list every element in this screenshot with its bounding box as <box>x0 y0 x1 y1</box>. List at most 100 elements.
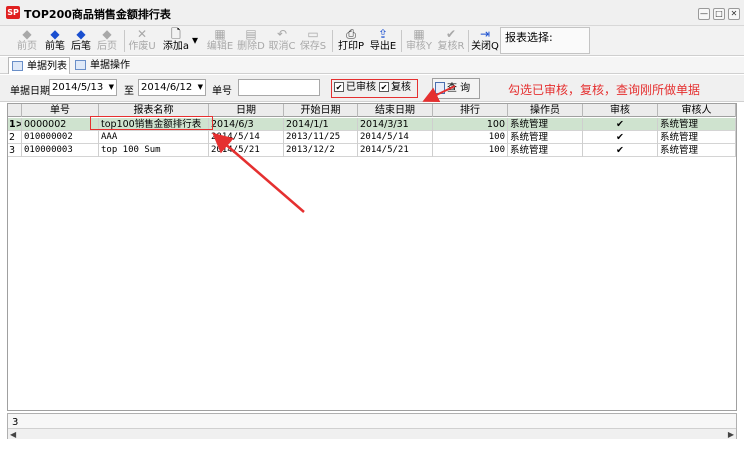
scroll-right-icon[interactable]: ▶ <box>728 429 734 440</box>
first-page-button[interactable]: ◆ 前页 <box>12 27 42 55</box>
arrow-left-icon: ◆ <box>22 27 32 41</box>
cell-start-date[interactable]: 2013/12/2 <box>284 144 358 157</box>
cancel-button[interactable]: ↶ 取消C <box>267 27 297 55</box>
cell-approver[interactable]: 系统管理 <box>658 144 736 157</box>
cell-date[interactable]: 2014/5/14 <box>209 131 284 144</box>
maximize-button[interactable]: □ <box>713 8 725 20</box>
highlight-box <box>331 79 418 98</box>
edit-icon: ▦ <box>214 27 226 41</box>
report-select[interactable]: 报表选择: <box>500 27 590 54</box>
cell-end-date[interactable]: 2014/3/31 <box>358 118 433 131</box>
printer-icon: ⎙ <box>346 27 356 41</box>
date-to-picker[interactable]: 2014/6/12 ▼ <box>138 79 206 96</box>
toolbar-separator <box>124 30 125 52</box>
cell-date[interactable]: 2014/5/21 <box>209 144 284 157</box>
add-label: 添加a <box>162 41 190 52</box>
edit-button[interactable]: ▦ 编辑E <box>205 27 235 55</box>
close-window-button[interactable]: ✕ <box>728 8 740 20</box>
date-from-value: 2014/5/13 <box>52 82 104 93</box>
column-header[interactable]: 开始日期 <box>284 104 358 117</box>
cell-report-name[interactable]: top 100 Sum <box>99 144 209 157</box>
tab-document-list-label: 单据列表 <box>27 61 67 72</box>
grid-footer: 3 ◀ ▶ <box>7 413 737 439</box>
column-header[interactable]: 审核 <box>583 104 658 117</box>
cell-doc-no[interactable]: 0000002 <box>22 118 99 131</box>
doc-no-input[interactable] <box>238 79 320 96</box>
save-label: 保存S <box>299 41 327 52</box>
cell-rank[interactable]: 100 <box>433 144 508 157</box>
recheck-button[interactable]: ✔ 复核R <box>436 27 466 55</box>
recheck-label: 复核R <box>437 41 465 52</box>
column-header[interactable]: 日期 <box>209 104 284 117</box>
toolbar-separator <box>401 30 402 52</box>
highlight-box <box>90 116 213 130</box>
app-logo-icon: SP <box>6 6 20 19</box>
horizontal-scrollbar[interactable]: ◀ ▶ <box>8 428 736 439</box>
delete-icon: ▤ <box>245 27 257 41</box>
cell-operator[interactable]: 系统管理 <box>508 144 583 157</box>
column-header[interactable]: 排行 <box>433 104 508 117</box>
audit-button[interactable]: ▦ 审核Y <box>404 27 434 55</box>
column-header[interactable]: 操作员 <box>508 104 583 117</box>
title-bar: SP TOP200商品销售金额排行表 — □ ✕ <box>0 0 744 26</box>
column-header[interactable]: 单号 <box>22 104 99 117</box>
last-page-label: 后页 <box>97 41 117 52</box>
minimize-button[interactable]: — <box>698 8 710 20</box>
date-from-picker[interactable]: 2014/5/13 ▼ <box>49 79 117 96</box>
table-row[interactable]: 2 010000002 AAA 2014/5/14 2013/11/25 201… <box>8 131 736 144</box>
void-label: 作废U <box>128 41 156 52</box>
close-door-icon: ⇥ <box>479 27 491 41</box>
cell-operator[interactable]: 系统管理 <box>508 131 583 144</box>
delete-label: 删除D <box>237 41 265 52</box>
cell-date[interactable]: 2014/6/3 <box>209 118 284 131</box>
save-icon: ▭ <box>307 27 319 41</box>
print-label: 打印P <box>337 41 365 52</box>
tab-document-operation[interactable]: 单据操作 <box>72 57 134 74</box>
scroll-left-icon[interactable]: ◀ <box>10 429 16 440</box>
cell-approver[interactable]: 系统管理 <box>658 131 736 144</box>
cell-report-name[interactable]: AAA <box>99 131 209 144</box>
void-button[interactable]: ✕ 作废U <box>127 27 157 55</box>
row-indicator-header <box>8 104 22 117</box>
save-button[interactable]: ▭ 保存S <box>298 27 328 55</box>
annotation-text: 勾选已审核，复核，查询刚所做单据 <box>508 83 701 97</box>
recheck-icon: ✔ <box>445 27 457 41</box>
cell-end-date[interactable]: 2014/5/14 <box>358 131 433 144</box>
chevron-down-icon: ▼ <box>108 83 114 91</box>
column-header[interactable]: 审核人 <box>658 104 736 117</box>
table-row[interactable]: 3 010000003 top 100 Sum 2014/5/21 2013/1… <box>8 144 736 157</box>
cell-approver[interactable]: 系统管理 <box>658 118 736 131</box>
export-label: 导出E <box>369 41 397 52</box>
add-dropdown-button[interactable]: ▾ <box>189 27 201 55</box>
cell-end-date[interactable]: 2014/5/21 <box>358 144 433 157</box>
undo-icon: ↶ <box>276 27 288 41</box>
approved-check-icon: ✔ <box>583 118 658 131</box>
delete-button[interactable]: ▤ 删除D <box>236 27 266 55</box>
cell-start-date[interactable]: 2013/11/25 <box>284 131 358 144</box>
column-header[interactable]: 结束日期 <box>358 104 433 117</box>
document-grid: 单号 报表名称 日期 开始日期 结束日期 排行 操作员 审核 审核人 1> 00… <box>7 103 737 411</box>
cell-rank[interactable]: 100 <box>433 131 508 144</box>
last-page-button[interactable]: ◆ 后页 <box>92 27 122 55</box>
export-button[interactable]: ⇪ 导出E <box>368 27 398 55</box>
query-button[interactable]: 查 询 <box>432 78 480 99</box>
form-icon <box>75 60 86 70</box>
search-document-icon <box>435 82 445 94</box>
date-to-value: 2014/6/12 <box>141 82 193 93</box>
tab-document-operation-label: 单据操作 <box>90 60 130 71</box>
cell-rank[interactable]: 100 <box>433 118 508 131</box>
row-marker: 2 <box>8 131 22 144</box>
add-button[interactable]: 🗋 添加a <box>161 27 191 55</box>
cell-operator[interactable]: 系统管理 <box>508 118 583 131</box>
cell-start-date[interactable]: 2014/1/1 <box>284 118 358 131</box>
record-count: 3 <box>12 417 19 428</box>
cell-doc-no[interactable]: 010000002 <box>22 131 99 144</box>
close-button[interactable]: ⇥ 关闭Q <box>470 27 500 55</box>
print-button[interactable]: ⎙ 打印P <box>336 27 366 55</box>
toolbar-separator <box>468 30 469 52</box>
tab-document-list[interactable]: 单据列表 <box>8 57 70 74</box>
cell-doc-no[interactable]: 010000003 <box>22 144 99 157</box>
date-label: 单据日期 <box>10 86 50 97</box>
toolbar-separator <box>332 30 333 52</box>
approved-check-icon: ✔ <box>583 144 658 157</box>
